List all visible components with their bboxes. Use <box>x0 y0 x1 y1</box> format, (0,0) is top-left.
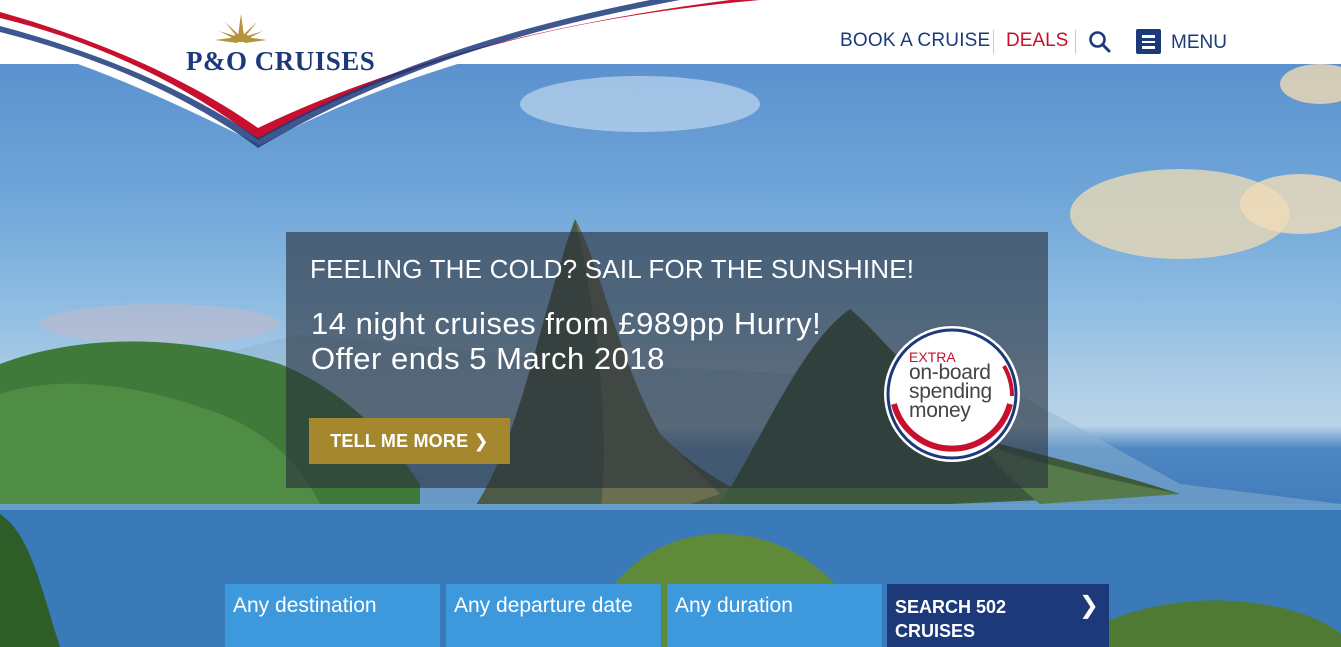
logo-swoosh-icon <box>0 0 780 148</box>
logo-wordmark: P&O CRUISES <box>186 46 376 76</box>
promo-headline: FEELING THE COLD? SAIL FOR THE SUNSHINE! <box>310 254 915 284</box>
nav-divider <box>1075 30 1076 54</box>
search-icon[interactable] <box>1088 30 1112 54</box>
brand-logo[interactable]: P&O CRUISES <box>0 0 780 160</box>
badge-text: on-board spending money <box>909 361 992 422</box>
promo-panel: FEELING THE COLD? SAIL FOR THE SUNSHINE!… <box>286 232 1048 488</box>
onboard-spending-badge: EXTRA on-board spending money <box>884 326 1020 462</box>
book-a-cruise-link[interactable]: BOOK A CRUISE <box>840 30 990 52</box>
nav-divider <box>993 30 994 54</box>
menu-icon[interactable] <box>1136 29 1161 54</box>
promo-offer-text: 14 night cruises from £989pp Hurry! Offe… <box>311 306 822 376</box>
tell-me-more-button[interactable]: TELL ME MORE ❯ <box>309 418 510 464</box>
deals-link[interactable]: DEALS <box>1006 30 1068 52</box>
search-cruises-label: SEARCH 502 CRUISES <box>895 597 1007 641</box>
search-cruises-button[interactable]: SEARCH 502 CRUISES ❯ <box>887 584 1109 647</box>
menu-button[interactable]: MENU <box>1171 32 1227 54</box>
duration-select[interactable]: Any duration <box>667 584 882 647</box>
chevron-right-icon: ❯ <box>1078 592 1099 619</box>
departure-date-select[interactable]: Any departure date <box>446 584 661 647</box>
destination-select[interactable]: Any destination <box>225 584 440 647</box>
